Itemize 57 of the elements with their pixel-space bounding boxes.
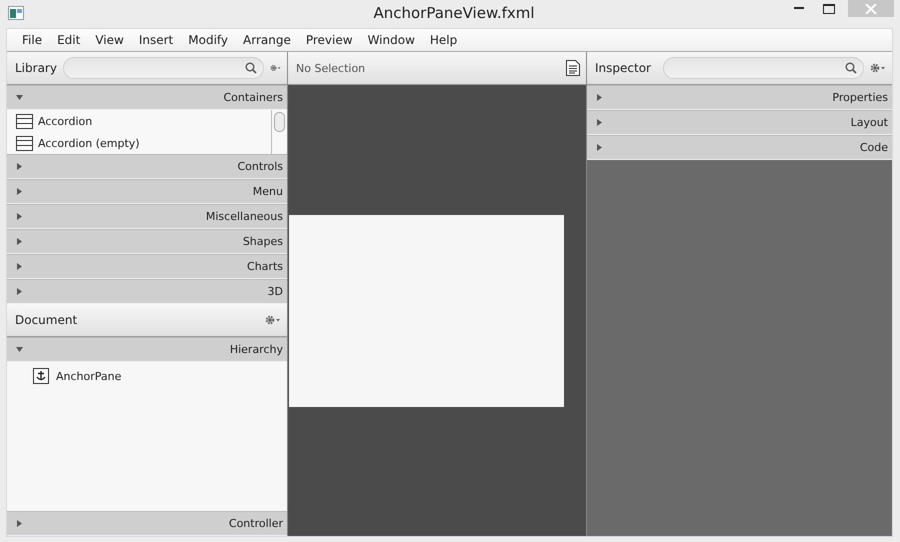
accordion-header[interactable]: Layout [587,110,892,135]
selection-label: No Selection [296,62,366,74]
expand-icon [16,163,23,170]
window-title: AnchorPaneView.fxml [373,4,535,22]
menu-item[interactable]: View [90,33,134,47]
expand-icon [16,288,23,295]
settings-icon[interactable] [270,63,281,73]
accordion-header[interactable]: Controls [7,154,287,179]
tree-item[interactable]: AnchorPane [7,367,287,385]
search-icon [244,62,257,74]
minimize-icon [794,7,804,10]
menu-item[interactable]: Preview [300,33,363,47]
accordion-header[interactable]: Charts [7,254,287,279]
accordion-header[interactable]: Containers [7,85,287,110]
accordion-header[interactable]: Controller [7,511,287,536]
expand-icon [16,188,23,195]
accordion-header[interactable]: Properties [587,85,892,110]
scroll-thumb[interactable] [274,112,285,132]
settings-icon[interactable] [265,315,281,325]
expand-icon [16,238,23,245]
accordion-header[interactable]: Shapes [7,229,287,254]
accordion-header[interactable]: Miscellaneous [7,204,287,229]
library-item[interactable]: Accordion [7,110,271,132]
settings-icon[interactable] [870,63,886,73]
expand-icon [596,119,603,126]
menu-item[interactable]: Window [362,33,425,47]
close-icon [865,4,877,14]
library-item[interactable]: Accordion (empty) [7,132,271,154]
accordion-header[interactable]: Menu [7,179,287,204]
expand-icon [16,94,23,101]
expand-icon [16,213,23,220]
menu-item[interactable]: Help [424,33,468,47]
anchor-icon [33,368,49,384]
search-field[interactable] [663,57,864,79]
menu-item[interactable]: Insert [134,33,184,47]
accordion-header[interactable]: 3D [7,279,287,304]
expand-icon [16,520,23,527]
panel-title: Document [15,313,78,327]
expand-icon [596,94,603,101]
menu-item[interactable]: File [17,33,52,47]
menu-item[interactable]: Arrange [238,33,301,47]
menu-item[interactable]: Edit [52,33,90,47]
accordion-header[interactable]: Code [587,135,892,160]
accordion-header[interactable]: Hierarchy [7,337,287,362]
app-icon [8,6,24,20]
search-icon [845,62,857,74]
expand-icon [596,144,603,151]
expand-icon [16,346,23,353]
expand-icon [16,263,23,270]
panel-title: Library [15,61,58,75]
menu-item[interactable]: Modify [183,33,238,47]
panel-title: Inspector [595,61,652,75]
search-field[interactable] [62,57,264,79]
document-icon[interactable] [566,60,580,76]
maximize-icon [823,4,835,14]
accordion-icon [16,114,33,128]
accordion-icon [16,136,33,150]
